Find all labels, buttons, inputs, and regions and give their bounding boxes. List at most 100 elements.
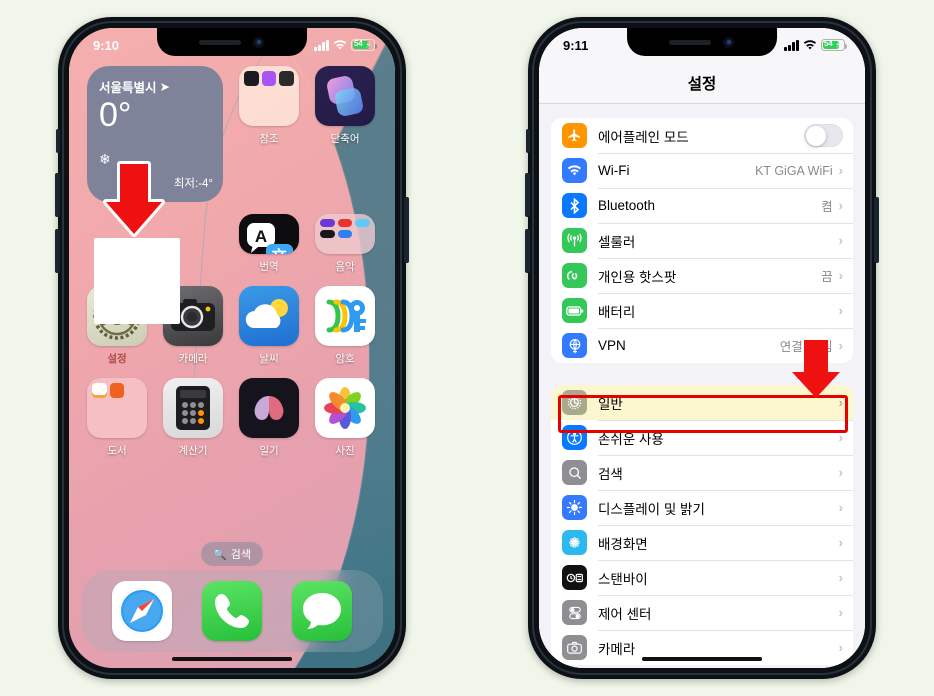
settings-row-battery[interactable]: 배터리 ›: [551, 293, 853, 328]
chevron-right-icon: ›: [838, 465, 843, 480]
settings-row-cellular[interactable]: 셀룰러 ›: [551, 223, 853, 258]
settings-group-2: 일반 › 손쉬운 사용 › 검색 › 디스플레이 및 밝기 › 배경화면 › 스…: [551, 385, 853, 665]
airplane-mode-toggle[interactable]: [804, 124, 843, 147]
volume-down-button[interactable]: [55, 229, 60, 273]
app-shortcuts[interactable]: 단축어: [315, 66, 375, 202]
row-label: VPN: [598, 338, 626, 353]
folder-reference-icon: [239, 66, 299, 126]
app-label: 계산기: [178, 445, 208, 457]
status-time: 9:11: [563, 37, 589, 53]
settings-row-search[interactable]: 검색 ›: [551, 455, 853, 490]
settings-row-accessibility[interactable]: 손쉬운 사용 ›: [551, 420, 853, 455]
messages-bubble-icon[interactable]: [292, 581, 352, 641]
settings-row-wallpaper[interactable]: 배경화면 ›: [551, 525, 853, 560]
settings-row-hotspot[interactable]: 개인용 핫스팟 끔 ›: [551, 258, 853, 293]
settings-row-bluetooth[interactable]: Bluetooth 켬 ›: [551, 188, 853, 223]
row-label: 제어 센터: [598, 606, 652, 622]
power-button[interactable]: [874, 197, 879, 263]
volume-up-button[interactable]: [55, 173, 60, 217]
home-indicator[interactable]: [172, 656, 292, 661]
earpiece-speaker: [199, 39, 242, 45]
mute-switch[interactable]: [56, 129, 60, 153]
row-label: 에어플레인 모드: [598, 129, 689, 145]
general-gear-icon: [562, 390, 587, 415]
bluetooth-icon: [562, 193, 587, 218]
notch: [627, 28, 777, 56]
standby-icon: [562, 565, 587, 590]
chevron-right-icon: ›: [838, 268, 843, 283]
wifi-icon: [333, 39, 347, 51]
app-translate[interactable]: A 文 번역: [239, 214, 299, 274]
widget-temperature: 0°: [99, 96, 132, 134]
chevron-right-icon: ›: [838, 570, 843, 585]
settings-row-airplane-mode[interactable]: 에어플레인 모드: [551, 118, 853, 153]
row-label: 배경화면: [598, 536, 648, 552]
row-label: 배터리: [598, 304, 636, 320]
screenshot-root: 9:10 54 ⚡ 서울특별시 ➤ 0° ❄ 최저:-4° 참조 단축어 A 번…: [0, 0, 934, 696]
cellular-bars-icon: [784, 39, 799, 51]
mute-switch[interactable]: [526, 129, 530, 153]
passwords-key-icon: [315, 286, 375, 346]
chevron-right-icon: ›: [838, 233, 843, 248]
vpn-globe-icon: [562, 333, 587, 358]
airplane-icon: [562, 123, 587, 148]
wallpaper-flower-icon: [562, 530, 587, 555]
app-photos[interactable]: 사진: [315, 378, 375, 458]
folder-music-icon: [315, 214, 375, 254]
row-label: 스탠바이: [598, 571, 648, 587]
safari-compass-icon[interactable]: [112, 581, 172, 641]
app-label: 도서: [107, 445, 127, 457]
page-title: 설정: [687, 76, 717, 93]
journal-icon: [239, 378, 299, 438]
control-center-icon: [562, 600, 587, 625]
app-label: 사진: [335, 445, 355, 457]
phone-handset-icon[interactable]: [202, 581, 262, 641]
app-folder-music[interactable]: 음악: [315, 214, 375, 274]
translate-icon: A 文: [239, 214, 299, 254]
row-label: 검색: [598, 466, 623, 482]
row-label: Wi-Fi: [598, 163, 630, 178]
home-search-pill[interactable]: 🔍 검색: [201, 542, 263, 566]
chevron-right-icon: ›: [838, 430, 843, 445]
wifi-icon: [562, 158, 587, 183]
chevron-right-icon: ›: [838, 640, 843, 655]
app-label: 카메라: [178, 353, 208, 365]
app-label: 음악: [335, 261, 355, 273]
search-icon: 🔍: [213, 548, 227, 561]
svg-text:文: 文: [271, 247, 287, 254]
settings-row-standby[interactable]: 스탠바이 ›: [551, 560, 853, 595]
row-label: 개인용 핫스팟: [598, 269, 677, 285]
brightness-sun-icon: [562, 495, 587, 520]
chevron-right-icon: ›: [838, 535, 843, 550]
folder-books-icon: [87, 378, 147, 438]
row-value: KT GiGA WiFi: [755, 163, 833, 178]
dock: [81, 570, 383, 652]
app-folder-reference[interactable]: 참조: [239, 66, 299, 202]
app-weather[interactable]: 날씨: [239, 286, 299, 366]
settings-group-1: 에어플레인 모드 Wi-Fi KT GiGA WiFi › Bluetooth …: [551, 118, 853, 363]
hotspot-link-icon: [562, 263, 587, 288]
search-label: 검색: [230, 549, 251, 561]
notch: [157, 28, 307, 56]
battery-charging-icon: 54 ⚡: [821, 39, 848, 51]
row-label: 디스플레이 및 밝기: [598, 501, 705, 517]
app-calculator[interactable]: 계산기: [163, 378, 223, 458]
app-passwords[interactable]: 암호: [315, 286, 375, 366]
app-folder-books[interactable]: 도서: [87, 378, 147, 458]
left-screen: 9:10 54 ⚡ 서울특별시 ➤ 0° ❄ 최저:-4° 참조 단축어 A 번…: [69, 28, 395, 668]
volume-down-button[interactable]: [525, 229, 530, 273]
app-journal[interactable]: 일기: [239, 378, 299, 458]
app-label: 일기: [259, 445, 279, 457]
row-label: 손쉬운 사용: [598, 431, 664, 447]
front-camera: [253, 36, 265, 48]
chevron-right-icon: ›: [838, 163, 843, 178]
power-button[interactable]: [404, 197, 409, 263]
photos-icon: [315, 378, 375, 438]
settings-row-display[interactable]: 디스플레이 및 밝기 ›: [551, 490, 853, 525]
settings-row-wifi[interactable]: Wi-Fi KT GiGA WiFi ›: [551, 153, 853, 188]
settings-row-control-center[interactable]: 제어 센터 ›: [551, 595, 853, 630]
home-indicator[interactable]: [642, 656, 762, 661]
volume-up-button[interactable]: [525, 173, 530, 217]
status-time: 9:10: [93, 37, 120, 53]
app-label: 설정: [107, 353, 127, 365]
